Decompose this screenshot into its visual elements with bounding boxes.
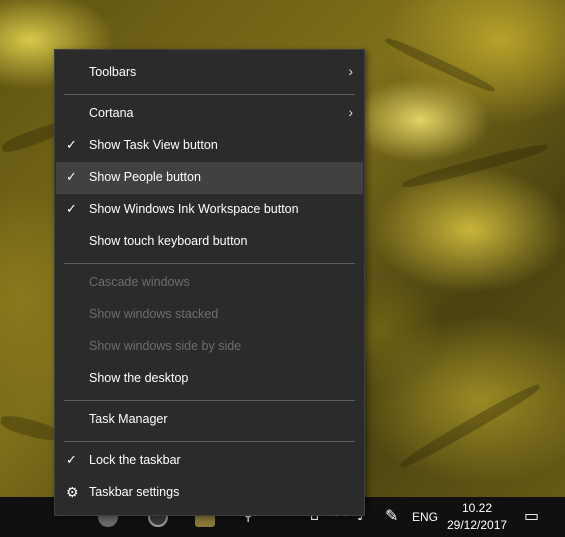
menu-item-toolbars[interactable]: Toolbars › xyxy=(56,57,363,89)
chevron-right-icon: › xyxy=(348,63,353,79)
menu-separator xyxy=(64,94,355,95)
menu-item-windows-side-by-side: Show windows side by side xyxy=(56,331,363,363)
menu-item-show-windows-ink[interactable]: ✓ Show Windows Ink Workspace button xyxy=(56,194,363,226)
menu-item-label: Show windows stacked xyxy=(89,307,219,321)
menu-item-label: Show Task View button xyxy=(89,138,218,152)
pen-ink-icon[interactable]: ✎ xyxy=(385,506,398,526)
menu-item-label: Cortana xyxy=(89,106,134,120)
wallpaper-streak xyxy=(401,140,549,192)
menu-item-taskbar-settings[interactable]: ⚙ Taskbar settings xyxy=(56,477,363,509)
menu-item-show-task-view[interactable]: ✓ Show Task View button xyxy=(56,130,363,162)
chevron-right-icon: › xyxy=(348,104,353,120)
menu-item-label: Show the desktop xyxy=(89,371,189,385)
menu-item-show-people[interactable]: ✓ Show People button xyxy=(56,162,363,194)
check-icon: ✓ xyxy=(66,169,77,184)
action-center-icon[interactable]: ▭ xyxy=(524,506,539,526)
gear-icon: ⚙ xyxy=(66,484,79,500)
menu-item-label: Show Windows Ink Workspace button xyxy=(89,202,299,216)
menu-item-label: Toolbars xyxy=(89,65,137,79)
check-icon: ✓ xyxy=(66,201,77,216)
menu-item-label: Show People button xyxy=(89,170,201,184)
menu-item-label: Cascade windows xyxy=(89,275,190,289)
menu-item-show-touch-keyboard[interactable]: Show touch keyboard button xyxy=(56,226,363,258)
menu-item-label: Lock the taskbar xyxy=(89,453,181,467)
menu-item-cascade-windows: Cascade windows xyxy=(56,267,363,299)
clock-date[interactable]: 29/12/2017 xyxy=(447,518,507,532)
language-indicator[interactable]: ENG xyxy=(412,510,438,524)
menu-item-label: Show touch keyboard button xyxy=(89,234,248,248)
check-icon: ✓ xyxy=(66,452,77,467)
menu-separator xyxy=(64,400,355,401)
menu-separator xyxy=(64,441,355,442)
clock-time[interactable]: 10.22 xyxy=(462,501,492,515)
menu-item-label: Task Manager xyxy=(89,412,168,426)
menu-item-task-manager[interactable]: Task Manager xyxy=(56,404,363,436)
wallpaper-streak xyxy=(383,35,497,95)
wallpaper-streak xyxy=(0,412,62,444)
wallpaper-streak xyxy=(397,380,543,472)
menu-item-cortana[interactable]: Cortana › xyxy=(56,98,363,130)
menu-item-lock-taskbar[interactable]: ✓ Lock the taskbar xyxy=(56,445,363,477)
menu-item-label: Taskbar settings xyxy=(89,485,180,499)
menu-item-label: Show windows side by side xyxy=(89,339,242,353)
menu-item-windows-stacked: Show windows stacked xyxy=(56,299,363,331)
check-icon: ✓ xyxy=(66,137,77,152)
taskbar-context-menu: Toolbars › Cortana › ✓ Show Task View bu… xyxy=(54,49,365,516)
menu-separator xyxy=(64,263,355,264)
menu-item-show-desktop[interactable]: Show the desktop xyxy=(56,363,363,395)
